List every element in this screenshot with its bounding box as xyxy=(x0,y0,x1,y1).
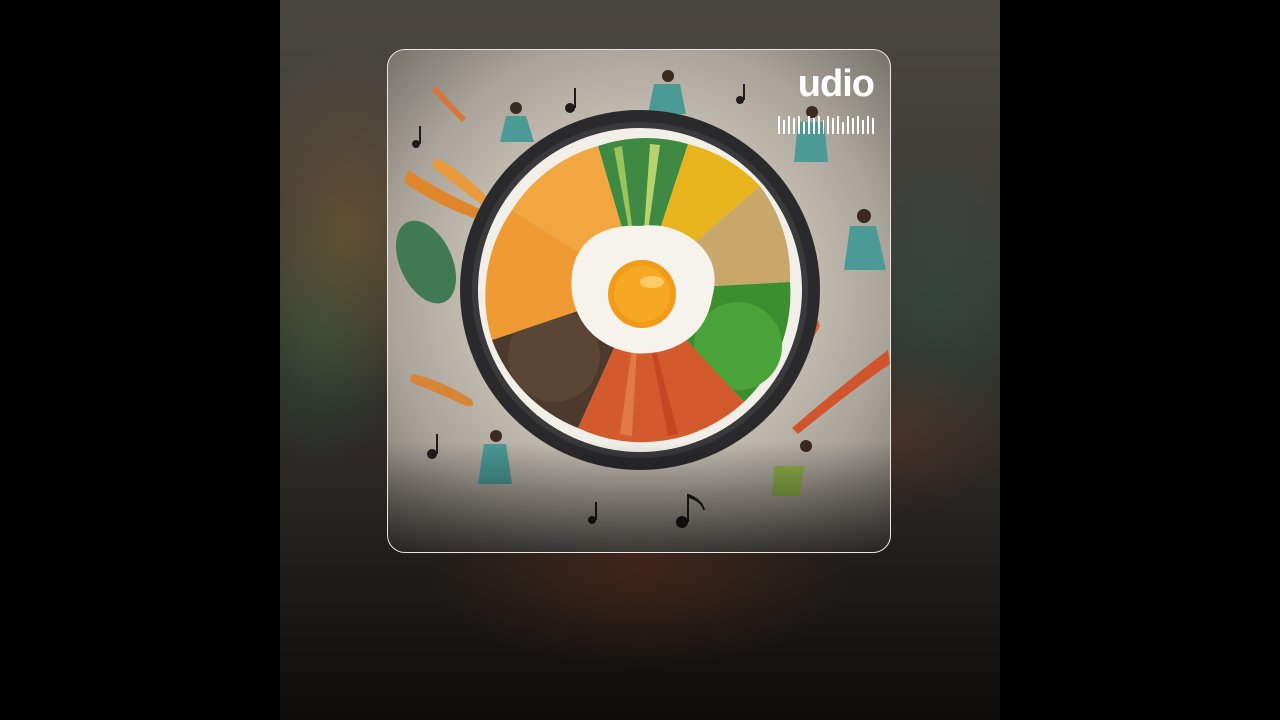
waveform-bar xyxy=(802,122,805,134)
cover-bottom-shade xyxy=(388,442,890,552)
waveform-bar xyxy=(782,120,785,134)
brand-wordmark: udio xyxy=(797,63,875,105)
waveform-bar xyxy=(827,116,830,134)
letterbox-right xyxy=(1000,0,1280,720)
waveform-bar xyxy=(812,118,815,134)
letterbox-left xyxy=(0,0,280,720)
fried-egg xyxy=(571,225,715,354)
album-cover: udio xyxy=(387,49,891,553)
waveform-bar xyxy=(832,118,835,134)
waveform-bar xyxy=(857,116,860,134)
waveform-bar xyxy=(792,118,795,134)
waveform-bar xyxy=(787,116,790,134)
waveform-bar xyxy=(842,122,845,134)
waveform-bar xyxy=(847,116,850,134)
waveform-bar xyxy=(807,116,810,134)
waveform-bar xyxy=(867,116,870,134)
waveform-bar xyxy=(862,120,865,134)
waveform-bar xyxy=(822,120,825,134)
waveform-bar xyxy=(837,116,840,134)
waveform-bar xyxy=(797,116,800,134)
waveform-bar xyxy=(777,116,780,134)
udio-logo: udio xyxy=(777,63,875,136)
waveform-bar xyxy=(872,118,874,134)
waveform-icon xyxy=(777,116,874,134)
waveform-bar xyxy=(817,116,820,134)
waveform-bar xyxy=(852,118,855,134)
